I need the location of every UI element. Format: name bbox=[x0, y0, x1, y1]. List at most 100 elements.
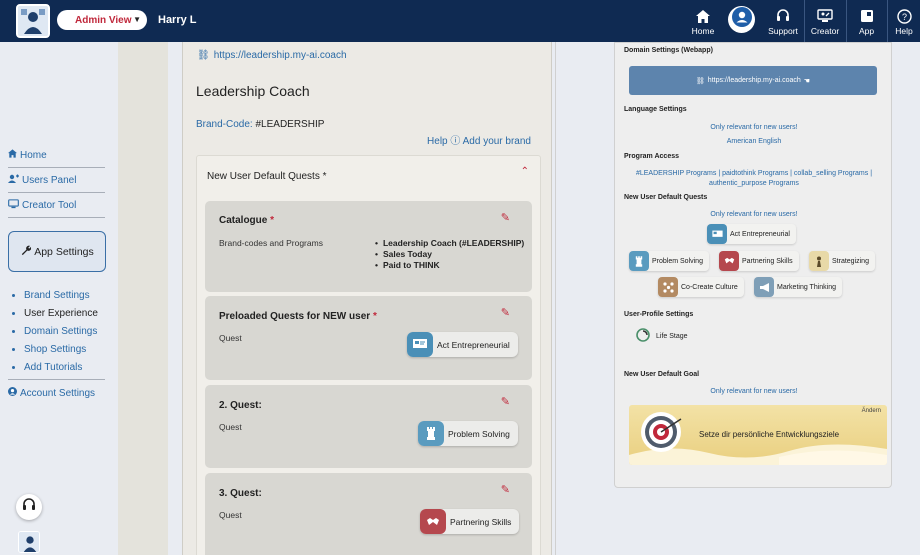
program-access-label: Program Access bbox=[624, 153, 679, 160]
user-profile-settings-label: User-Profile Settings bbox=[624, 311, 694, 318]
domain-url-button[interactable]: ⛓ https://leadership.my-ai.coach ☚ bbox=[629, 66, 877, 95]
app-icon bbox=[860, 6, 874, 26]
page-title: Leadership Coach bbox=[196, 83, 310, 99]
link-icon: ⛓ bbox=[197, 50, 210, 61]
wrench-icon bbox=[20, 245, 32, 259]
svg-text:?: ? bbox=[901, 12, 906, 22]
brand-url: https://leadership.my-ai.coach bbox=[213, 50, 347, 61]
edit-pencil-icon[interactable]: ✎ bbox=[501, 395, 510, 408]
list-item: Sales Today bbox=[375, 249, 524, 259]
chevron-down-icon: ▼ bbox=[133, 15, 141, 24]
sidebar-subitem-label: Brand Settings bbox=[24, 290, 90, 301]
domain-settings-label: Domain Settings (Webapp) bbox=[624, 47, 713, 54]
chess-rook-icon bbox=[418, 421, 444, 446]
nav-home[interactable]: Home bbox=[686, 0, 720, 42]
divider bbox=[8, 167, 105, 168]
life-stage-label: Life Stage bbox=[656, 332, 688, 340]
sidebar-item-creator-tool[interactable]: Creator Tool bbox=[8, 199, 105, 212]
edit-pencil-icon[interactable]: ✎ bbox=[501, 483, 510, 496]
preview-quest-label: Strategizing bbox=[832, 257, 869, 265]
quest-chip-partnering-skills[interactable]: Partnering Skills bbox=[420, 509, 520, 534]
sidebar-subitem-brand-settings[interactable]: Brand Settings bbox=[12, 290, 90, 301]
sidebar-subitem-user-experience[interactable]: User Experience bbox=[12, 308, 98, 319]
quest-chip-problem-solving[interactable]: Problem Solving bbox=[418, 421, 518, 446]
quest-2-card: 2. Quest: ✎ Quest Problem Solving bbox=[205, 385, 532, 468]
app-settings-label: App Settings bbox=[34, 245, 94, 258]
handshake-icon bbox=[719, 251, 739, 271]
nav-help[interactable]: ? Help bbox=[887, 0, 920, 42]
help-icon: ? bbox=[896, 6, 912, 26]
settings-preview-card: Domain Settings (Webapp) ⛓ https://leade… bbox=[614, 42, 892, 488]
nav-support-label: Support bbox=[768, 26, 798, 36]
preview-quest-label: Partnering Skills bbox=[742, 257, 793, 265]
divider bbox=[8, 379, 105, 380]
preview-quest-problem-solving: Problem Solving bbox=[629, 251, 709, 271]
program-access-value-2[interactable]: authentic_purpose Programs bbox=[615, 180, 893, 187]
sidebar-item-label: Home bbox=[20, 149, 47, 161]
sidebar-subitem-add-tutorials[interactable]: Add Tutorials bbox=[12, 362, 82, 373]
default-quests-note: Only relevant for new users! bbox=[710, 211, 798, 218]
handshake-icon bbox=[420, 509, 446, 534]
chess-rook-icon bbox=[629, 251, 649, 271]
preview-quest-strategizing: Strategizing bbox=[809, 251, 875, 271]
nav-creator[interactable]: Creator bbox=[804, 0, 845, 42]
app-logo-small[interactable] bbox=[18, 531, 40, 553]
quest-2-title: 2. Quest: bbox=[219, 400, 262, 411]
edit-pencil-icon[interactable]: ✎ bbox=[501, 306, 510, 319]
default-quests-panel: New User Default Quests * ⌃ Catalogue * … bbox=[196, 155, 541, 555]
home-icon bbox=[696, 6, 710, 26]
brand-url-link[interactable]: ⛓ https://leadership.my-ai.coach bbox=[197, 50, 347, 61]
sidebar-item-label: Account Settings bbox=[20, 387, 96, 399]
sidebar-subitem-domain-settings[interactable]: Domain Settings bbox=[12, 326, 97, 337]
nav-app[interactable]: App bbox=[846, 0, 886, 42]
sidebar-item-users-panel[interactable]: Users Panel bbox=[8, 174, 105, 186]
language-note: Only relevant for new users! bbox=[710, 124, 798, 131]
default-goal-label: New User Default Goal bbox=[624, 371, 700, 378]
profile-avatar-button[interactable] bbox=[728, 6, 755, 33]
preview-quest-marketing-thinking: Marketing Thinking bbox=[754, 277, 843, 297]
brand-code-value: #LEADERSHIP bbox=[255, 119, 325, 130]
preloaded-title: Preloaded Quests for NEW user * bbox=[219, 311, 377, 322]
hand-pointer-icon: ☚ bbox=[803, 77, 811, 85]
nav-support[interactable]: Support bbox=[764, 0, 802, 42]
language-value[interactable]: American English bbox=[615, 138, 893, 145]
preloaded-quests-card: Preloaded Quests for NEW user * ✎ Quest … bbox=[205, 296, 532, 380]
quest-chip-label: Act Entrepreneurial bbox=[437, 339, 510, 350]
quest-chip-label: Problem Solving bbox=[448, 428, 510, 439]
quest-3-title: 3. Quest: bbox=[219, 488, 262, 499]
sidebar-subitem-shop-settings[interactable]: Shop Settings bbox=[12, 344, 86, 355]
sidebar-item-account-settings[interactable]: Account Settings bbox=[8, 387, 105, 399]
panel-title: New User Default Quests * bbox=[207, 171, 327, 182]
program-access-value-1[interactable]: #LEADERSHIP Programs | paidtothink Progr… bbox=[615, 170, 893, 177]
megaphone-icon bbox=[754, 277, 774, 297]
sidebar-item-label: Users Panel bbox=[22, 174, 77, 186]
user-name: Harry L bbox=[158, 14, 197, 26]
view-mode-select[interactable]: Admin View ▼ bbox=[57, 10, 147, 30]
link-icon: ⛓ bbox=[695, 77, 705, 85]
preview-quest-label: Act Entrepreneurial bbox=[730, 230, 790, 238]
headset-icon bbox=[776, 6, 790, 26]
preview-quest-label: Problem Solving bbox=[652, 257, 703, 265]
creator-icon bbox=[8, 199, 19, 212]
support-chat-button[interactable] bbox=[16, 494, 42, 520]
edit-pencil-icon[interactable]: ✎ bbox=[501, 211, 510, 224]
users-icon bbox=[8, 174, 19, 186]
help-add-brand-link[interactable]: Help ⓘ Add your brand bbox=[427, 132, 531, 147]
app-settings-button[interactable]: App Settings bbox=[8, 231, 106, 272]
sidebar-item-home[interactable]: Home bbox=[8, 149, 105, 161]
chevron-up-icon[interactable]: ⌃ bbox=[521, 166, 529, 177]
creator-icon bbox=[817, 6, 833, 26]
quest-label: Quest bbox=[219, 333, 242, 343]
quest-chip-act-entrepreneurial[interactable]: Act Entrepreneurial bbox=[407, 332, 518, 357]
default-goal-text: Setze dir persönliche Entwicklungsziele bbox=[699, 430, 840, 439]
app-logo[interactable] bbox=[16, 4, 50, 38]
brand-code-label: Brand-Code: bbox=[196, 119, 253, 130]
bullet-dot bbox=[12, 329, 15, 333]
bullet-dot bbox=[12, 365, 15, 369]
default-goal-note: Only relevant for new users! bbox=[710, 388, 798, 395]
change-goal-link[interactable]: Ändern bbox=[862, 408, 881, 414]
default-goal-banner[interactable]: Ändern Setze dir persönliche Entwicklung… bbox=[629, 405, 887, 465]
language-settings-label: Language Settings bbox=[624, 106, 687, 113]
life-stage-item: Life Stage bbox=[636, 328, 688, 344]
sidebar-item-label: Creator Tool bbox=[22, 200, 77, 211]
